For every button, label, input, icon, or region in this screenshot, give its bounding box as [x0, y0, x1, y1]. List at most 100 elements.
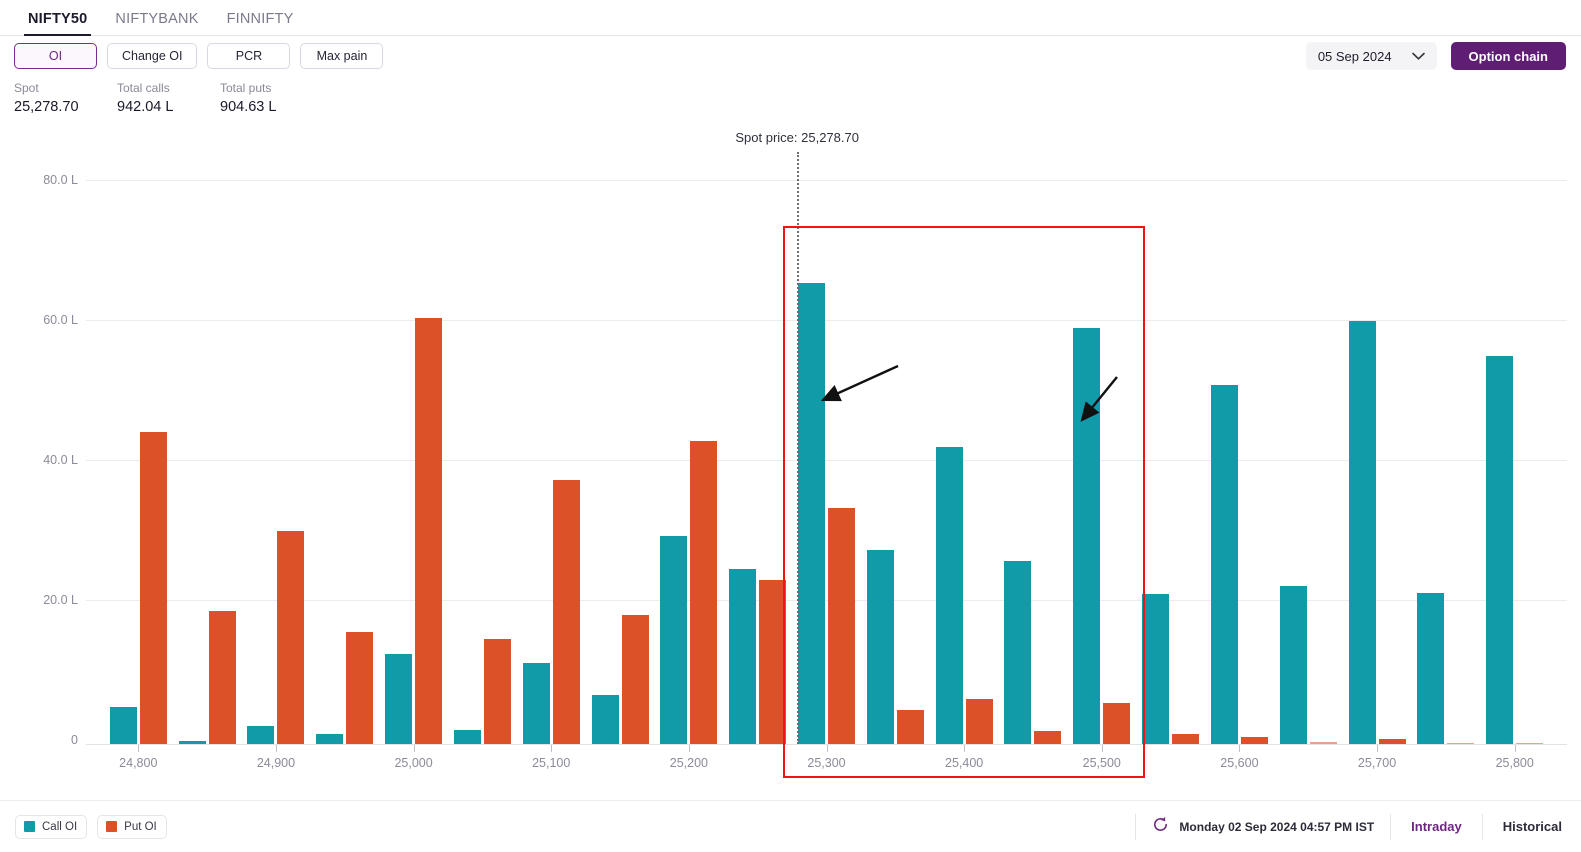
y-axis-tick-label: 40.0 L [43, 453, 78, 467]
bar-put-25700[interactable] [1378, 739, 1406, 744]
bar-put-25200[interactable] [690, 440, 718, 744]
bar-put-24850[interactable] [208, 611, 236, 744]
gridline [86, 600, 1567, 601]
tab-finnifty[interactable]: FINNIFTY [213, 11, 308, 35]
stat-value: 904.63 L [220, 99, 277, 115]
x-axis-tick-label: 25,800 [1495, 756, 1534, 770]
x-axis-tick [275, 745, 277, 752]
intraday-button[interactable]: Intraday [1407, 819, 1466, 834]
refresh-status[interactable]: Monday 02 Sep 2024 04:57 PM IST [1152, 816, 1374, 838]
gridline [86, 180, 1567, 181]
bar-put-25000[interactable] [415, 317, 443, 744]
bar-put-25550[interactable] [1172, 733, 1200, 744]
bar-put-25050[interactable] [483, 639, 511, 744]
bar-put-25450[interactable] [1034, 731, 1062, 744]
bar-put-25100[interactable] [552, 480, 580, 744]
bar-put-25750[interactable] [1447, 742, 1475, 744]
stat-label: Total calls [117, 81, 170, 95]
expiry-date-select[interactable]: 05 Sep 2024 [1305, 42, 1437, 70]
bar-put-24800[interactable] [139, 431, 167, 744]
x-axis-tick-label: 25,100 [532, 756, 571, 770]
bar-call-25100[interactable] [522, 662, 550, 744]
x-axis-tick [551, 745, 553, 752]
y-axis-tick-label: 0 [71, 733, 78, 747]
gridline [86, 320, 1567, 321]
bar-call-25000[interactable] [385, 653, 413, 744]
bar-put-24900[interactable] [277, 530, 305, 744]
bar-call-25750[interactable] [1417, 592, 1445, 744]
bar-put-25250[interactable] [759, 579, 787, 744]
legend-label: Call OI [42, 820, 78, 833]
bar-call-25400[interactable] [935, 447, 963, 744]
footer-divider [1135, 813, 1137, 840]
bar-call-25700[interactable] [1348, 320, 1376, 744]
gridline [86, 460, 1567, 461]
bar-call-25050[interactable] [453, 730, 481, 744]
stat-label: Total puts [220, 81, 272, 95]
index-tabbar: NIFTY50 NIFTYBANK FINNIFTY [0, 0, 1581, 36]
stat-value: 25,278.70 [14, 99, 79, 115]
spot-price-line [797, 152, 800, 744]
x-axis-tick-label: 25,400 [945, 756, 984, 770]
oi-bar-chart: 0 20.0 L 40.0 L 60.0 L 80.0 L 24,800 24,900 25,… [0, 128, 1581, 800]
legend-swatch [24, 821, 35, 832]
x-axis-tick [688, 745, 690, 752]
bar-put-25300[interactable] [828, 508, 855, 744]
mode-button-change-oi[interactable]: Change OI [107, 43, 198, 69]
bar-put-25800[interactable] [1516, 742, 1544, 744]
chart-plot-area: 0 20.0 L 40.0 L 60.0 L 80.0 L 24,800 24,900 25,… [43, 130, 1567, 778]
bar-call-24850[interactable] [178, 741, 206, 744]
bar-call-25650[interactable] [1279, 585, 1307, 744]
y-axis-tick-label: 80.0 L [43, 173, 78, 187]
expiry-date-value: 05 Sep 2024 [1317, 48, 1392, 64]
refresh-icon[interactable] [1152, 816, 1169, 838]
mode-button-oi[interactable]: OI [14, 43, 97, 69]
x-axis-tick-label: 25,700 [1357, 756, 1397, 770]
legend-swatch [106, 821, 118, 832]
footer-divider-3 [1481, 813, 1483, 840]
tab-nifty50[interactable]: NIFTY50 [14, 11, 101, 36]
bar-put-25400[interactable] [965, 698, 993, 744]
bar-call-24950[interactable] [316, 733, 344, 744]
option-oi-page: NIFTY50 NIFTYBANK FINNIFTY OI Change OI PCR M… [0, 0, 1581, 852]
bar-call-25250[interactable] [729, 569, 757, 744]
stat-label: Spot [14, 81, 39, 95]
x-axis-tick [826, 745, 828, 752]
bar-put-25350[interactable] [896, 709, 924, 744]
bar-call-24800[interactable] [109, 706, 137, 744]
x-axis-tick-label: 25,000 [394, 756, 433, 770]
historical-button[interactable]: Historical [1499, 819, 1566, 834]
bar-call-25300[interactable] [798, 283, 825, 744]
chart-footer: Call OI Put OI Monday 02 Sep 2024 04:57 P… [0, 800, 1581, 852]
chevron-down-icon [1411, 52, 1425, 60]
legend-item-put-oi[interactable]: Put OI [97, 814, 167, 839]
x-axis-tick-label: 25,500 [1082, 756, 1121, 770]
bar-call-25600[interactable] [1210, 384, 1238, 744]
chart-mode-buttons: OI Change OI PCR Max pain [14, 43, 384, 69]
x-axis-tick-label: 24,800 [119, 756, 158, 770]
mode-button-pcr[interactable]: PCR [207, 43, 291, 69]
stat-value: 942.04 L [117, 99, 174, 115]
bar-call-25800[interactable] [1486, 355, 1514, 744]
mode-button-max-pain[interactable]: Max pain [300, 43, 384, 69]
bar-put-25600[interactable] [1240, 737, 1268, 744]
stat-total-puts: Total puts 904.63 L [220, 80, 340, 117]
bar-call-25350[interactable] [866, 550, 894, 744]
bar-call-25450[interactable] [1004, 560, 1032, 744]
bar-put-25650[interactable] [1309, 741, 1337, 744]
bar-call-25550[interactable] [1142, 593, 1170, 744]
x-axis-tick [138, 745, 140, 752]
bar-call-24900[interactable] [247, 725, 275, 744]
bar-call-25200[interactable] [660, 536, 688, 744]
bar-put-25150[interactable] [621, 615, 649, 744]
legend-item-call-oi[interactable]: Call OI [15, 814, 88, 839]
x-axis-tick-label: 25,300 [807, 756, 846, 770]
option-chain-button[interactable]: Option chain [1450, 42, 1566, 70]
bar-call-25150[interactable] [591, 695, 619, 744]
bar-put-24950[interactable] [346, 632, 374, 744]
bar-put-25500[interactable] [1103, 703, 1131, 744]
tab-niftybank[interactable]: NIFTYBANK [101, 11, 212, 35]
x-axis-tick [964, 745, 966, 752]
bar-call-25500[interactable] [1073, 328, 1101, 744]
x-axis-tick-label: 24,900 [256, 756, 296, 770]
